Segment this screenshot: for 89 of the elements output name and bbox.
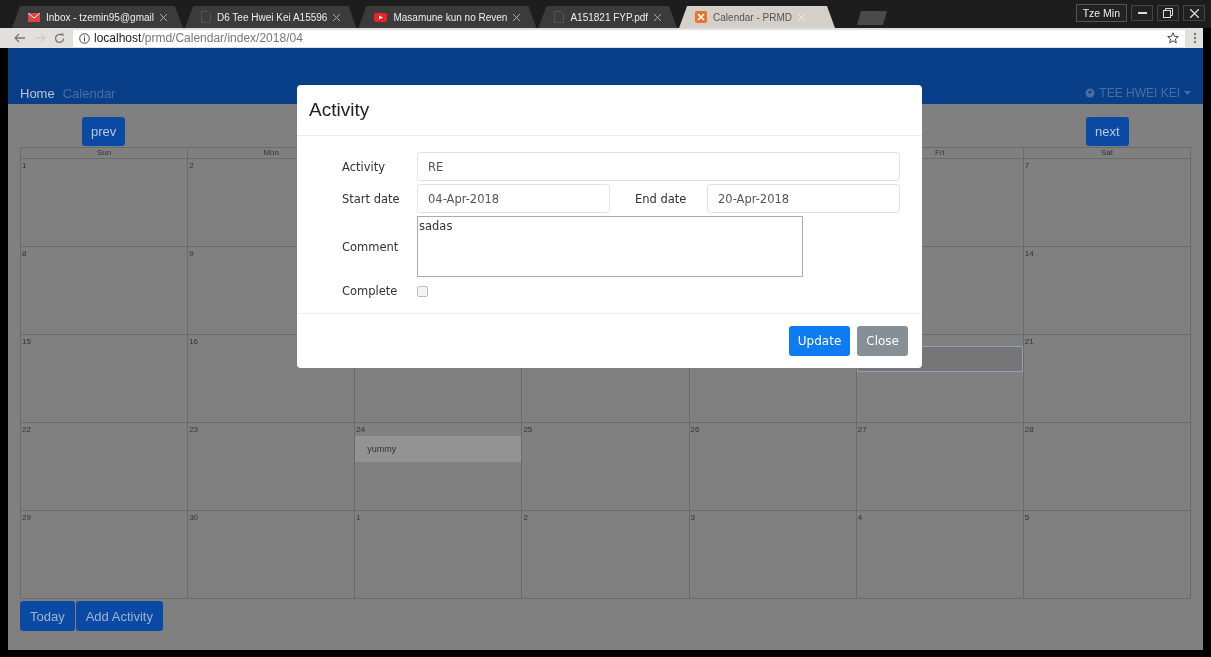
back-icon[interactable] <box>14 33 26 43</box>
calendar-cell[interactable]: 7 <box>1023 159 1191 247</box>
address-field[interactable]: localhost/prmd/Calendar/index/2018/04 <box>73 29 1185 47</box>
close-button[interactable]: Close <box>857 326 908 356</box>
day-number: 7 <box>1023 160 1031 172</box>
page-icon <box>201 11 211 23</box>
calendar-cell[interactable]: 25 <box>522 423 690 511</box>
menu-icon[interactable] <box>1193 32 1197 44</box>
calendar-cell[interactable]: 4 <box>856 511 1024 599</box>
calendar-cell[interactable]: 23 <box>188 423 356 511</box>
day-number: 15 <box>21 336 32 348</box>
calendar-cell[interactable]: 5 <box>1023 511 1191 599</box>
minimize-button[interactable] <box>1131 5 1153 21</box>
user-icon <box>1085 88 1096 98</box>
complete-checkbox[interactable] <box>417 285 428 297</box>
end-date-field[interactable]: 20-Apr-2018 <box>707 184 900 213</box>
info-icon <box>79 32 90 44</box>
close-icon[interactable] <box>160 13 167 21</box>
browser-tab[interactable]: Calendar - PRMD <box>679 6 835 28</box>
page-icon <box>554 11 565 23</box>
close-icon[interactable] <box>654 13 662 21</box>
weekday-header: Sat <box>1100 148 1113 157</box>
day-number: 1 <box>21 160 28 172</box>
day-number: 2 <box>188 160 195 172</box>
calendar-cell[interactable]: 28 <box>1023 423 1191 511</box>
field-label: End date <box>634 191 688 206</box>
event-bar[interactable]: yummy <box>355 436 522 462</box>
calendar-cell[interactable]: 14 <box>1023 247 1191 335</box>
day-number: 2 <box>522 512 529 524</box>
calendar-cell[interactable]: 3 <box>689 511 857 599</box>
close-window-button[interactable] <box>1183 5 1205 21</box>
browser-tab[interactable]: D6 Tee Hwei Kei A15596 <box>185 6 357 28</box>
calendar-cell[interactable]: 24 yummy <box>355 423 523 511</box>
activity-field[interactable]: RE <box>417 152 900 181</box>
close-icon <box>1189 8 1199 18</box>
mail-icon <box>28 12 40 22</box>
restore-icon <box>1163 8 1173 18</box>
day-number: 26 <box>689 424 701 436</box>
calendar-cell[interactable]: 1 <box>21 159 189 247</box>
nav-link[interactable]: Calendar <box>62 86 116 101</box>
caret-icon <box>1184 91 1191 95</box>
user-menu[interactable]: TEE HWEI KEI <box>1085 86 1191 100</box>
day-number: 24 <box>355 424 367 436</box>
nav-link[interactable]: Home <box>20 86 55 101</box>
update-button[interactable]: Update <box>788 326 851 356</box>
calendar-cell[interactable]: 15 <box>21 335 189 423</box>
day-number: 4 <box>856 512 864 524</box>
calendar-cell[interactable]: 26 <box>689 423 857 511</box>
day-number: 30 <box>188 512 200 524</box>
calendar-cell[interactable]: 27 <box>856 423 1024 511</box>
day-number: 3 <box>689 512 696 524</box>
calendar-cell[interactable]: 21 <box>1023 335 1191 423</box>
close-icon[interactable] <box>333 13 341 21</box>
browser-tab[interactable]: Masamune kun no Reven <box>358 6 537 28</box>
day-number: 23 <box>188 424 200 436</box>
calendar-cell[interactable]: 2 <box>522 511 690 599</box>
start-date-field[interactable]: 04-Apr-2018 <box>417 184 610 213</box>
next-button[interactable]: next <box>1086 117 1129 146</box>
profile-button[interactable]: Tze Min <box>1075 4 1127 22</box>
day-number: 28 <box>1023 424 1035 436</box>
browser-tab[interactable]: A151821 FYP.pdf <box>538 6 678 28</box>
app-icon <box>695 11 708 23</box>
calendar-cell[interactable]: 8 <box>21 247 189 335</box>
calendar-cell[interactable]: 1 <box>355 511 523 599</box>
close-icon[interactable] <box>513 13 521 21</box>
restore-button[interactable] <box>1157 5 1179 21</box>
calendar-button[interactable]: Add Activity <box>75 601 163 631</box>
browser-tab[interactable]: Inbox - tzemin95@gmail <box>12 6 183 28</box>
minimize-icon <box>1137 12 1147 14</box>
day-number: 14 <box>1023 248 1035 260</box>
day-number: 22 <box>21 424 32 436</box>
weekday-header: Mon <box>263 148 279 157</box>
reload-icon[interactable] <box>54 32 65 44</box>
weekday-header: Sun <box>96 148 112 157</box>
day-number: 25 <box>522 424 534 436</box>
day-number: 5 <box>1023 512 1031 524</box>
day-number: 8 <box>21 248 28 260</box>
calendar-cell[interactable]: 22 <box>21 423 189 511</box>
calendar-button[interactable]: Today <box>20 601 75 631</box>
day-number: 16 <box>188 336 200 348</box>
comment-field[interactable]: sadas <box>417 216 803 277</box>
dialog-title: Activity <box>309 99 370 121</box>
day-number: 1 <box>355 512 362 524</box>
star-icon[interactable] <box>1167 32 1179 44</box>
day-number: 27 <box>856 424 868 436</box>
play-icon <box>374 12 388 22</box>
calendar-cell[interactable]: 30 <box>188 511 356 599</box>
day-number: 21 <box>1023 336 1035 348</box>
prev-button[interactable]: prev <box>82 117 126 146</box>
